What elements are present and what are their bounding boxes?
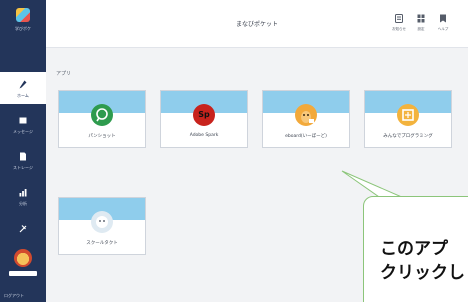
app-card-eboard[interactable]: eboard(いーぼーど) — [262, 90, 350, 148]
user-name-field — [9, 271, 37, 276]
sidebar: 学びポケ ホーム メッセージ ストレージ 分析 ログアウト — [0, 0, 46, 302]
avatar[interactable] — [14, 249, 32, 267]
message-icon — [19, 117, 27, 124]
notice-button-label: お知らせ — [392, 27, 406, 31]
app-name: Adobe Spark — [189, 133, 219, 138]
adobe-spark-icon: Sp — [193, 104, 215, 126]
schooltakt-icon — [91, 211, 113, 233]
settings-button[interactable]: 設定 — [412, 12, 430, 36]
eboard-icon — [295, 104, 317, 126]
section-label-apps: アプリ — [56, 71, 72, 77]
app-name: パンショット — [88, 134, 116, 139]
chart-icon — [19, 189, 27, 197]
callout-line-2: クリックし — [380, 263, 465, 283]
tools-icon — [19, 225, 27, 233]
sidebar-item-tools[interactable] — [0, 216, 46, 248]
notice-button[interactable]: お知らせ — [390, 12, 408, 36]
app-card-panshot[interactable]: パンショット — [58, 90, 146, 148]
notice-icon — [395, 14, 403, 23]
app-card-schooltakt[interactable]: スクールタクト — [58, 197, 146, 255]
grid-icon — [417, 14, 425, 23]
sidebar-item-label: メッセージ — [13, 129, 33, 134]
header: まなびポケット お知らせ 設定 ヘルプ — [46, 0, 468, 48]
help-icon — [440, 14, 446, 23]
app-logo[interactable] — [16, 8, 30, 22]
help-button[interactable]: ヘルプ — [434, 12, 452, 36]
app-name: スクールタクト — [86, 241, 118, 246]
callout-bubble: このアプ クリックし — [363, 196, 468, 302]
logout-link[interactable]: ログアウト — [4, 293, 24, 299]
logo-text: 学びポケ — [15, 26, 31, 31]
app-name: eboard(いーぼーど) — [285, 134, 327, 139]
settings-button-label: 設定 — [417, 27, 425, 31]
sidebar-item-message[interactable]: メッセージ — [0, 108, 46, 140]
sidebar-item-storage[interactable]: ストレージ — [0, 144, 46, 176]
sidebar-item-analytics[interactable]: 分析 — [0, 180, 46, 212]
app-card-adobe-spark[interactable]: Sp Adobe Spark — [160, 90, 248, 148]
callout-text: このアプ クリックし — [380, 237, 468, 285]
document-icon — [20, 152, 26, 161]
app-name: みんなでプログラミング — [383, 134, 433, 139]
sidebar-item-label: ストレージ — [13, 165, 33, 170]
programming-icon — [397, 104, 419, 126]
panshot-icon — [91, 104, 113, 126]
sidebar-item-label: 分析 — [19, 201, 27, 206]
sidebar-item-label: ホーム — [17, 93, 29, 98]
app-card-minna-programming[interactable]: みんなでプログラミング — [364, 90, 452, 148]
help-button-label: ヘルプ — [437, 27, 449, 31]
callout-line-1: このアプ — [380, 239, 448, 259]
pencil-icon — [19, 80, 27, 89]
sidebar-item-home[interactable]: ホーム — [0, 72, 46, 104]
